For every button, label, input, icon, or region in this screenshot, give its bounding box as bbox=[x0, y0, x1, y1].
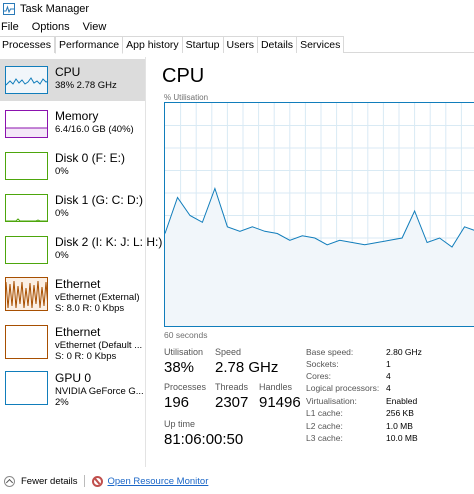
sidebar-item-label: Ethernet bbox=[55, 325, 101, 339]
speed-label: Speed bbox=[215, 347, 242, 357]
resource-sidebar: CPU 38% 2.78 GHz Memory 6.4/16.0 GB (40%… bbox=[0, 57, 162, 467]
utilisation-value: 38% bbox=[164, 359, 195, 376]
sidebar-item-memory[interactable]: Memory 6.4/16.0 GB (40%) bbox=[0, 103, 145, 145]
tab-details[interactable]: Details bbox=[257, 36, 298, 53]
speed-value: 2.78 GHz bbox=[215, 359, 279, 376]
disk-1-thumbnail-graph bbox=[5, 194, 48, 222]
handles-label: Handles bbox=[259, 382, 293, 392]
sidebar-item-label: Disk 2 (I: K: J: L: H:) bbox=[55, 235, 163, 249]
utilisation-label: Utilisation bbox=[164, 347, 204, 357]
tab-strip: Processes Performance App history Startu… bbox=[0, 36, 474, 54]
tab-performance[interactable]: Performance bbox=[55, 36, 124, 54]
sidebar-item-detail: 0% bbox=[55, 166, 69, 177]
spec-label: L3 cache: bbox=[306, 433, 343, 443]
sidebar-item-disk-1[interactable]: Disk 1 (G: C: D:) 0% bbox=[0, 187, 145, 229]
uptime-label: Up time bbox=[164, 419, 196, 429]
tab-app-history[interactable]: App history bbox=[123, 36, 183, 53]
spec-label: Virtualisation: bbox=[306, 396, 357, 406]
tab-processes[interactable]: Processes bbox=[0, 36, 56, 53]
sidebar-item-label: Disk 1 (G: C: D:) bbox=[55, 193, 144, 207]
sidebar-item-ethernet-external[interactable]: Ethernet vEthernet (External) S: 8.0 R: … bbox=[0, 271, 145, 314]
sidebar-item-label: Memory bbox=[55, 109, 99, 123]
sidebar-item-label: CPU bbox=[55, 65, 81, 79]
sidebar-item-detail: 0% bbox=[55, 250, 69, 261]
sidebar-item-detail: vEthernet (External) bbox=[55, 292, 140, 303]
disk-2-thumbnail-graph bbox=[5, 236, 48, 264]
threads-value: 2307 bbox=[215, 394, 249, 411]
disk-0-thumbnail-graph bbox=[5, 152, 48, 180]
spec-label: L1 cache: bbox=[306, 408, 343, 418]
processes-label: Processes bbox=[164, 382, 207, 392]
cpu-series-area bbox=[165, 188, 474, 326]
chevron-up-icon[interactable] bbox=[4, 475, 15, 487]
gpu-thumbnail-graph bbox=[5, 371, 48, 405]
memory-thumbnail-graph bbox=[5, 110, 48, 138]
menu-bar: File Options View bbox=[0, 18, 474, 36]
sidebar-item-detail: vEthernet (Default ... bbox=[55, 340, 143, 351]
cpu-thumbnail-graph bbox=[5, 66, 48, 94]
tab-startup[interactable]: Startup bbox=[182, 36, 224, 53]
sidebar-item-disk-0[interactable]: Disk 0 (F: E:) 0% bbox=[0, 145, 145, 187]
sidebar-item-throughput: S: 8.0 R: 0 Kbps bbox=[55, 303, 125, 314]
spec-label: Cores: bbox=[306, 371, 332, 381]
sidebar-item-disk-2[interactable]: Disk 2 (I: K: J: L: H:) 0% bbox=[0, 229, 162, 271]
window-title: Task Manager bbox=[20, 3, 90, 15]
tab-users[interactable]: Users bbox=[223, 36, 258, 53]
menu-file[interactable]: File bbox=[0, 21, 25, 33]
sidebar-item-label: Disk 0 (F: E:) bbox=[55, 151, 126, 165]
resource-monitor-icon[interactable] bbox=[91, 475, 103, 487]
spec-value: 256 KB bbox=[386, 408, 414, 418]
cpu-graph-canvas bbox=[165, 103, 474, 326]
spec-label: Sockets: bbox=[306, 359, 339, 369]
spec-value: 10.0 MB bbox=[386, 433, 418, 443]
menu-options[interactable]: Options bbox=[31, 21, 76, 33]
spec-value: 2.80 GHz bbox=[386, 347, 422, 357]
sidebar-item-usage: 2% bbox=[55, 397, 69, 408]
handles-value: 91496 bbox=[259, 394, 301, 411]
sidebar-item-cpu[interactable]: CPU 38% 2.78 GHz bbox=[0, 59, 145, 101]
tab-services[interactable]: Services bbox=[297, 36, 345, 53]
sidebar-item-throughput: S: 0 R: 0 Kbps bbox=[55, 351, 117, 362]
sidebar-item-ethernet-default[interactable]: Ethernet vEthernet (Default ... S: 0 R: … bbox=[0, 319, 145, 362]
spec-value: 4 bbox=[386, 383, 391, 393]
ethernet-default-thumbnail-graph bbox=[5, 325, 48, 359]
graph-axis-label: % Utilisation bbox=[164, 93, 209, 102]
sidebar-item-label: Ethernet bbox=[55, 277, 101, 291]
spec-value: Enabled bbox=[386, 396, 418, 406]
spec-label: Logical processors: bbox=[306, 383, 380, 393]
spec-label: L2 cache: bbox=[306, 421, 343, 431]
spec-value: 1 bbox=[386, 359, 391, 369]
fewer-details-button[interactable]: Fewer details bbox=[21, 476, 78, 487]
page-title: CPU bbox=[162, 65, 205, 87]
sidebar-item-detail: 6.4/16.0 GB (40%) bbox=[55, 124, 134, 135]
spec-value: 4 bbox=[386, 371, 391, 381]
footer-bar: Fewer details Open Resource Monitor bbox=[0, 468, 474, 494]
cpu-utilisation-graph bbox=[164, 102, 474, 327]
processes-value: 196 bbox=[164, 394, 190, 411]
ethernet-external-thumbnail-graph bbox=[5, 277, 48, 311]
sidebar-item-detail: NVIDIA GeForce G... bbox=[55, 386, 144, 397]
open-resource-monitor-link[interactable]: Open Resource Monitor bbox=[108, 476, 209, 487]
threads-label: Threads bbox=[215, 382, 249, 392]
sidebar-item-gpu-0[interactable]: GPU 0 NVIDIA GeForce G... 2% bbox=[0, 365, 145, 408]
uptime-value: 81:06:00:50 bbox=[164, 431, 244, 448]
menu-view[interactable]: View bbox=[82, 21, 113, 33]
task-manager-icon bbox=[3, 3, 15, 15]
spec-label: Base speed: bbox=[306, 347, 354, 357]
cpu-detail-panel: CPU % Utilisation 60 seconds Utilisation… bbox=[162, 57, 474, 467]
footer-divider bbox=[83, 475, 85, 487]
sidebar-item-detail: 38% 2.78 GHz bbox=[55, 80, 117, 91]
sidebar-item-detail: 0% bbox=[55, 208, 69, 219]
sidebar-item-label: GPU 0 bbox=[55, 371, 92, 385]
graph-time-label: 60 seconds bbox=[164, 330, 208, 340]
spec-value: 1.0 MB bbox=[386, 421, 413, 431]
title-bar: Task Manager bbox=[0, 0, 474, 18]
